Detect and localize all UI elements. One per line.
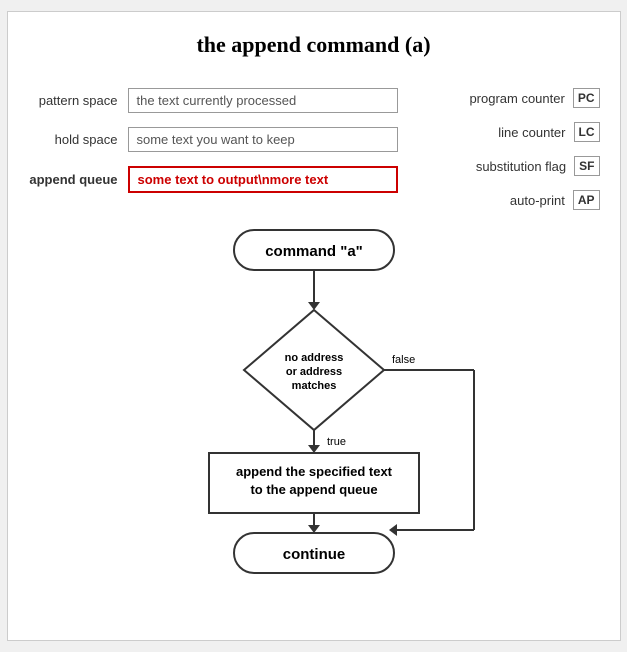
page-title: the append command (a) bbox=[28, 32, 600, 58]
registers-section: pattern space the text currently process… bbox=[28, 88, 600, 210]
main-card: the append command (a) pattern space the… bbox=[7, 11, 621, 641]
substitution-flag-badge: SF bbox=[574, 156, 599, 176]
append-queue-row: append queue some text to output\nmore t… bbox=[28, 166, 420, 193]
program-counter-label: program counter bbox=[469, 91, 564, 106]
command-box-text: command "a" bbox=[265, 243, 363, 260]
decision-text-1: no address bbox=[284, 352, 343, 364]
substitution-flag-label: substitution flag bbox=[476, 159, 566, 174]
line-counter-label: line counter bbox=[498, 125, 565, 140]
decision-text-3: matches bbox=[291, 380, 336, 392]
pattern-space-row: pattern space the text currently process… bbox=[28, 88, 420, 113]
flowchart: command "a" no address or address matche… bbox=[28, 220, 600, 580]
hold-space-label: hold space bbox=[28, 132, 118, 147]
hold-space-row: hold space some text you want to keep bbox=[28, 127, 420, 152]
line-counter-badge: LC bbox=[574, 122, 600, 142]
line-counter-row: line counter LC bbox=[498, 122, 599, 142]
auto-print-badge: AP bbox=[573, 190, 600, 210]
program-counter-row: program counter PC bbox=[469, 88, 599, 108]
continue-text: continue bbox=[282, 546, 345, 563]
decision-text-2: or address bbox=[285, 366, 341, 378]
auto-print-label: auto-print bbox=[510, 193, 565, 208]
append-queue-value: some text to output\nmore text bbox=[128, 166, 398, 193]
substitution-flag-row: substitution flag SF bbox=[476, 156, 600, 176]
false-label: false bbox=[392, 354, 415, 366]
program-counter-badge: PC bbox=[573, 88, 600, 108]
append-queue-label: append queue bbox=[28, 172, 118, 187]
action-text-1: append the specified text bbox=[235, 464, 392, 479]
right-registers: program counter PC line counter LC subst… bbox=[420, 88, 600, 210]
pattern-space-value: the text currently processed bbox=[128, 88, 398, 113]
hold-space-value: some text you want to keep bbox=[128, 127, 398, 152]
action-text-2: to the append queue bbox=[250, 482, 377, 497]
left-registers: pattern space the text currently process… bbox=[28, 88, 420, 210]
true-label: true bbox=[327, 436, 346, 448]
pattern-space-label: pattern space bbox=[28, 93, 118, 108]
auto-print-row: auto-print AP bbox=[510, 190, 600, 210]
